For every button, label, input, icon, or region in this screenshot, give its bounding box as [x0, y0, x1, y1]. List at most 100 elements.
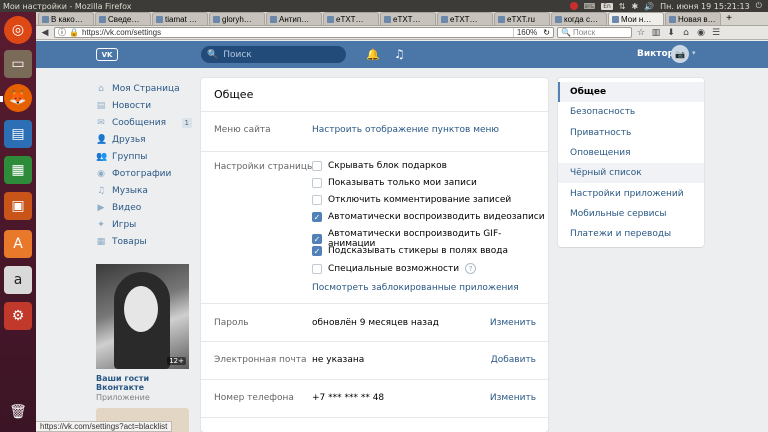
settings-icon[interactable]: ⚙ [4, 302, 32, 330]
browser-tab[interactable]: eTXT.ru [494, 12, 550, 25]
sidebar-item-news[interactable]: ▤ Новости [96, 97, 192, 114]
settings-nav-mobile[interactable]: Мобильные сервисы [558, 204, 704, 224]
browser-tab[interactable]: eTXT… [380, 12, 436, 25]
sidebar-item-my-page[interactable]: ⌂ Моя Страница [96, 80, 192, 97]
phone-number: +7 *** *** ** 48 [312, 393, 385, 403]
browser-tab[interactable]: Антип… [266, 12, 322, 25]
zoom-level[interactable]: 160% [512, 28, 540, 37]
browser-tab[interactable]: когда с… [551, 12, 607, 25]
app-photo[interactable]: 12+ [96, 264, 189, 369]
lock-icon: 🔒 [69, 28, 79, 37]
music-player-icon[interactable]: ♫ [394, 47, 405, 61]
age-rating-badge: 12+ [167, 357, 186, 365]
browser-search-input[interactable]: 🔍 Поиск [557, 27, 632, 38]
configure-menu-link[interactable]: Настроить отображение пунктов меню [312, 125, 499, 135]
network-icon[interactable]: ⇅ [619, 2, 626, 11]
browser-tab-active[interactable]: Мои н… [608, 12, 664, 25]
settings-nav-privacy[interactable]: Приватность [558, 123, 704, 143]
clock[interactable]: Пн. июня 19 15:21:13 [660, 2, 750, 11]
browser-tab-bar: В како… Сведе… tiamat … gloryh… Антип… e… [36, 12, 768, 26]
change-password-link[interactable]: Изменить [490, 318, 536, 328]
checkbox-autoplay-video[interactable]: ✓ Автоматически воспроизводить видеозапис… [312, 212, 545, 222]
browser-tab[interactable]: Новая в… [665, 12, 721, 25]
keyboard-layout[interactable]: En [601, 2, 613, 10]
sidebar-item-music[interactable]: ♫ Музыка [96, 182, 192, 199]
checkbox-checked-icon: ✓ [312, 246, 322, 256]
browser-tab[interactable]: gloryh… [209, 12, 265, 25]
checkbox-only-my-posts[interactable]: Показывать только мои записи [312, 178, 477, 188]
chevron-down-icon[interactable]: ▾ [692, 49, 696, 57]
settings-nav-general[interactable]: Общее [558, 82, 704, 103]
ubuntu-dash-icon[interactable]: ◎ [4, 16, 32, 44]
calc-icon[interactable]: ▦ [4, 156, 32, 184]
impress-icon[interactable]: ▣ [4, 192, 32, 220]
sidebar-item-games[interactable]: ✦ Игры [96, 216, 192, 233]
url-text[interactable]: https://vk.com/settings [82, 28, 510, 37]
notifications-bell-icon[interactable]: 🔔 [366, 48, 380, 61]
settings-nav-payments[interactable]: Платежи и переводы [558, 224, 704, 244]
page-title: Общее [201, 78, 548, 112]
settings-nav-security[interactable]: Безопасность [558, 102, 704, 122]
help-icon[interactable]: ? [465, 263, 477, 274]
games-icon: ✦ [97, 219, 105, 230]
settings-row-password: Пароль обновлён 9 месяцев назад Изменить [201, 304, 548, 342]
checkbox-accessibility[interactable]: Специальные возможности? [312, 263, 477, 274]
settings-nav-blacklist[interactable]: Чёрный список [558, 163, 704, 184]
bluetooth-icon[interactable]: ✱ [631, 2, 638, 11]
browser-tab[interactable]: eTXT… [437, 12, 493, 25]
volume-icon[interactable]: 🔊 [644, 2, 654, 11]
amazon-icon[interactable]: a [4, 266, 32, 294]
vk-header: VK 🔍 Поиск 🔔 ♫ Виктор 📷 ▾ [36, 41, 768, 68]
row-label: Электронная почта [214, 355, 307, 365]
checkbox-hide-gifts[interactable]: Скрывать блок подарков [312, 161, 447, 171]
sidebar-item-groups[interactable]: 👥 Группы [96, 148, 192, 165]
settings-card: Общее Меню сайта Настроить отображение п… [201, 78, 548, 432]
sidebar-item-video[interactable]: ▶ Видео [96, 199, 192, 216]
browser-tab[interactable]: Сведе… [95, 12, 151, 25]
back-icon[interactable]: ◀ [39, 27, 51, 38]
url-bar[interactable]: ⓘ 🔒 https://vk.com/settings 160% ↻ [54, 27, 554, 38]
password-status: обновлён 9 месяцев назад [312, 318, 439, 328]
user-name[interactable]: Виктор [637, 49, 674, 59]
blocked-apps-link[interactable]: Посмотреть заблокированные приложения [312, 283, 519, 293]
info-icon[interactable]: ⓘ [58, 27, 66, 38]
sidebar-item-messages[interactable]: ✉ Сообщения 1 [96, 114, 192, 131]
files-icon[interactable]: ▭ [4, 50, 32, 78]
record-indicator-icon[interactable] [569, 2, 578, 10]
app-name-link[interactable]: Ваши гости Вконтакте [96, 374, 189, 392]
library-icon[interactable]: ▥ [650, 27, 662, 38]
trash-icon[interactable]: 🗑 [4, 398, 32, 426]
menu-icon[interactable]: ☰ [710, 27, 722, 38]
checkbox-disable-comments[interactable]: Отключить комментирование записей [312, 195, 511, 205]
change-phone-link[interactable]: Изменить [490, 393, 536, 403]
home-icon[interactable]: ⌂ [680, 27, 692, 38]
writer-icon[interactable]: ▤ [4, 120, 32, 148]
software-center-icon[interactable]: A [4, 230, 32, 258]
settings-nav-notifications[interactable]: Оповещения [558, 143, 704, 163]
addon-icon[interactable]: ◉ [695, 27, 707, 38]
browser-tab[interactable]: В како… [38, 12, 94, 25]
avatar[interactable]: 📷 [671, 45, 689, 63]
new-tab-button[interactable]: + [722, 12, 736, 25]
checkbox-suggest-stickers[interactable]: ✓ Подсказывать стикеры в полях ввода [312, 246, 508, 256]
sidebar-item-market[interactable]: ▦ Товары [96, 233, 192, 250]
row-label: Пароль [214, 318, 249, 328]
checkbox-box [312, 161, 322, 171]
vk-search-input[interactable]: 🔍 Поиск [201, 46, 346, 63]
add-email-link[interactable]: Добавить [491, 355, 536, 365]
app-widget[interactable]: 12+ Ваши гости Вконтакте Приложение [96, 264, 189, 402]
bookmark-star-icon[interactable]: ☆ [635, 27, 647, 38]
firefox-icon[interactable]: 🦊 [4, 84, 32, 112]
sidebar-item-photos[interactable]: ◉ Фотографии [96, 165, 192, 182]
settings-nav-app-settings[interactable]: Настройки приложений [558, 183, 704, 203]
browser-tab[interactable]: tiamat … [152, 12, 208, 25]
reload-icon[interactable]: ↻ [543, 28, 550, 37]
market-icon: ▦ [96, 236, 106, 247]
power-icon[interactable]: ⏻ [756, 1, 762, 11]
browser-tab[interactable]: eTXT… [323, 12, 379, 25]
keyboard-icon[interactable]: ⌨ [584, 2, 596, 11]
vk-logo[interactable]: VK [96, 48, 118, 61]
sidebar-item-friends[interactable]: 👤 Друзья [96, 131, 192, 148]
search-icon: 🔍 [561, 28, 571, 37]
download-icon[interactable]: ⬇ [665, 27, 677, 38]
